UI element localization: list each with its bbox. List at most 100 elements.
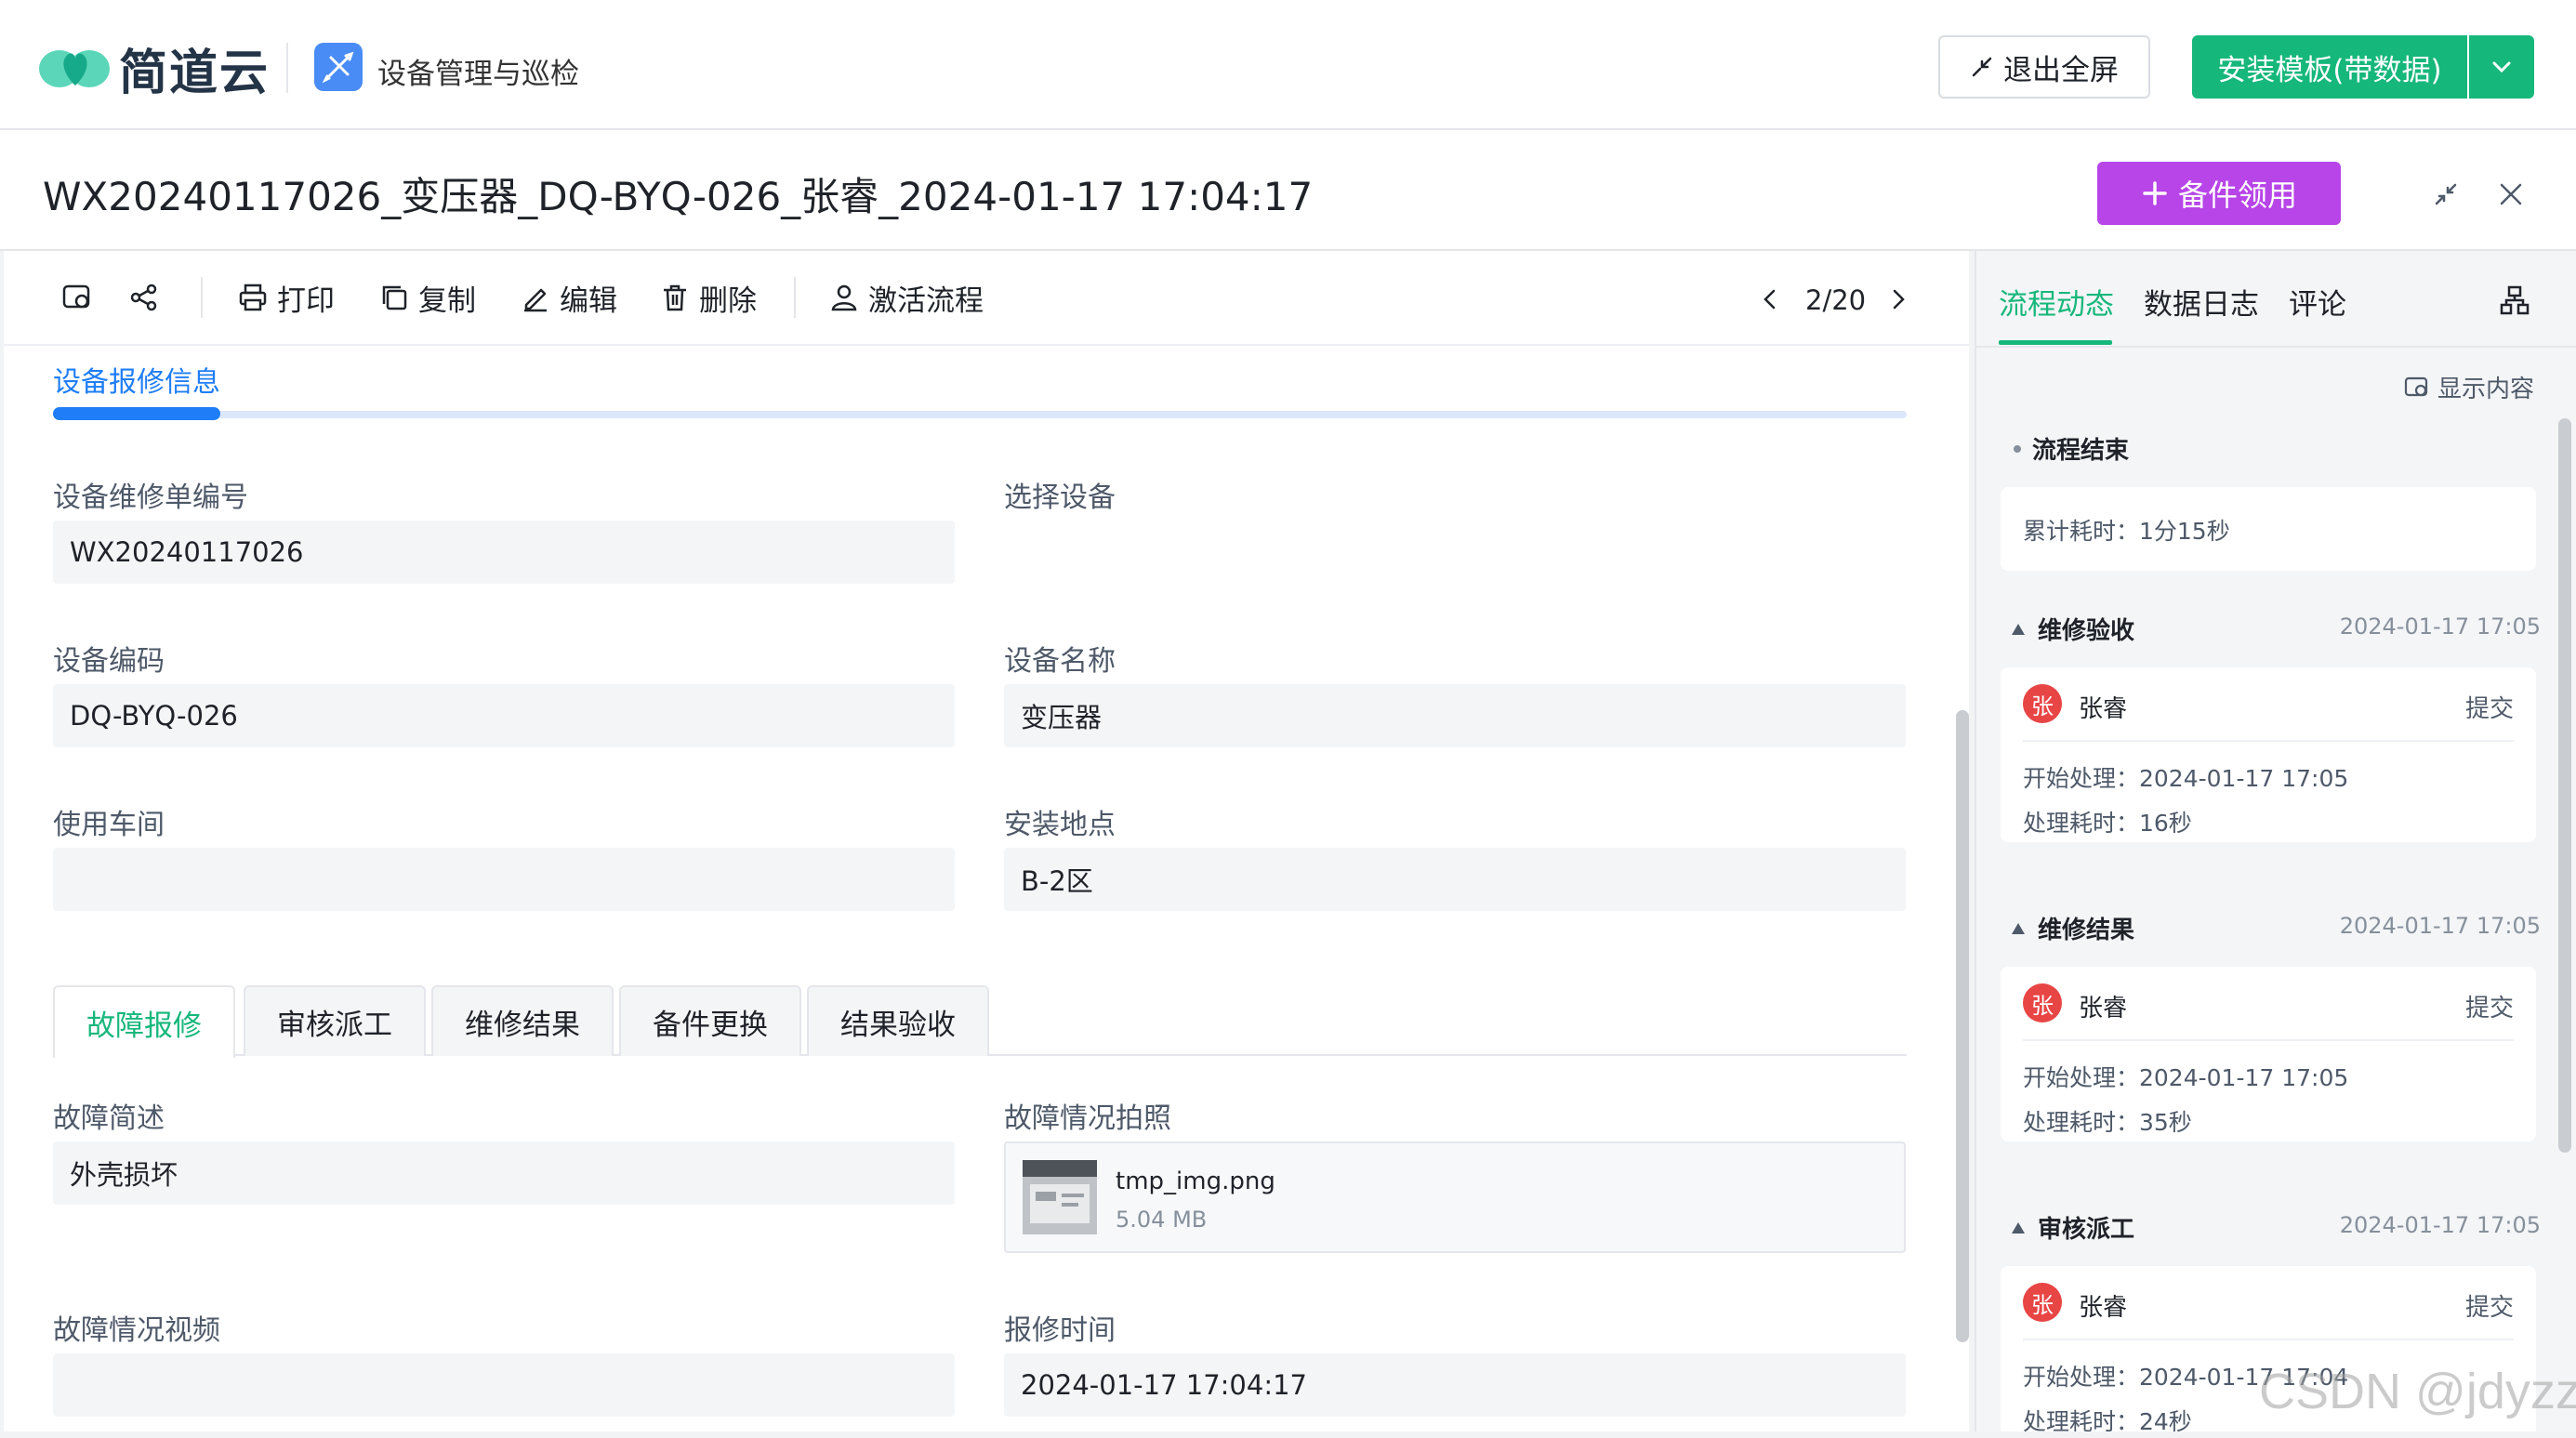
node-name: 维修验收 (2038, 617, 2135, 645)
fault-video-field (53, 1353, 955, 1417)
app-tools-icon (314, 43, 363, 91)
screen-view-icon (2404, 376, 2428, 396)
fault-video-label: 故障情况视频 (53, 1314, 220, 1347)
duration: 处理耗时：24秒 (2023, 1408, 2192, 1431)
device-code-label: 设备编码 (53, 645, 165, 678)
tab-fault-report[interactable]: 故障报修 (53, 985, 235, 1058)
close-icon[interactable] (2488, 171, 2534, 218)
tab-result-acceptance[interactable]: 结果验收 (807, 985, 989, 1056)
avatar: 张 (2023, 1283, 2062, 1322)
fault-photo-attachment[interactable]: tmp_img.png 5.04 MB (1004, 1141, 1906, 1253)
side-scrollbar[interactable] (2558, 418, 2571, 1153)
select-device-label: 选择设备 (1004, 482, 1116, 514)
install-options-button[interactable] (2469, 35, 2534, 99)
collapse-icon[interactable] (2423, 171, 2469, 218)
top-bar: 简道云 设备管理与巡检 退出全屏 安装模板(带数据) (0, 0, 2576, 130)
active-tab-underline (1999, 340, 2112, 345)
spare-parts-button[interactable]: 备件领用 (2097, 162, 2341, 225)
pencil-icon (524, 288, 547, 312)
report-time-label: 报修时间 (1004, 1314, 1116, 1347)
node-card: 张 张睿 提交 开始处理：2024-01-17 17:05 处理耗时：35秒 (2001, 967, 2536, 1141)
device-code-field: DQ-BYQ-026 (53, 684, 955, 747)
chevron-right-icon[interactable] (1885, 286, 1911, 312)
tab-spare-replacement[interactable]: 备件更换 (619, 985, 801, 1056)
caret-up-icon (2012, 623, 2025, 635)
handler-name: 张睿 (2079, 1294, 2128, 1322)
section-progress-active (53, 407, 220, 420)
caret-up-icon (2012, 1221, 2025, 1234)
delete-button[interactable]: 删除 (660, 279, 757, 318)
printer-icon (239, 284, 267, 311)
flow-end-label: 流程结束 (2032, 437, 2130, 465)
node-title[interactable]: 维修结果 (2010, 911, 2134, 945)
node-time: 2024-01-17 17:05 (2339, 1212, 2541, 1238)
record-toolbar: 打印 复制 编辑 删除 激活流程 2/20 (4, 251, 1969, 346)
fault-desc-field: 外壳损坏 (53, 1141, 955, 1205)
fault-desc-label: 故障简述 (53, 1102, 165, 1135)
node-name: 审核派工 (2038, 1216, 2135, 1244)
handler-action: 提交 (2464, 995, 2514, 1022)
exit-fullscreen-button[interactable]: 退出全屏 (1938, 35, 2150, 99)
location-label: 安装地点 (1004, 809, 1116, 841)
show-content-label: 显示内容 (2437, 376, 2535, 403)
page-title: WX20240117026_变压器_DQ-BYQ-026_张睿_2024-01-… (43, 174, 1314, 219)
handler-action: 提交 (2464, 695, 2514, 723)
bullet-dot (2014, 444, 2021, 453)
divider (2023, 740, 2514, 742)
node-time: 2024-01-17 17:05 (2339, 913, 2541, 939)
plus-icon (2143, 181, 2167, 205)
delete-label: 删除 (699, 284, 757, 318)
start-time: 开始处理：2024-01-17 17:05 (2023, 1064, 2349, 1091)
node-time: 2024-01-17 17:05 (2339, 613, 2541, 640)
avatar: 张 (2023, 983, 2062, 1022)
spare-parts-label: 备件领用 (2177, 178, 2297, 213)
toolbar-divider (794, 277, 796, 318)
copy-icon (382, 285, 407, 310)
avatar: 张 (2023, 684, 2062, 723)
install-template-label: 安装模板(带数据) (2217, 53, 2442, 87)
print-button[interactable]: 打印 (238, 279, 335, 318)
app-name[interactable]: 设备管理与巡检 (377, 50, 579, 92)
toolbar-divider (201, 277, 203, 318)
tab-flow-activity[interactable]: 流程动态 (1999, 281, 2114, 323)
report-time-field: 2024-01-17 17:04:17 (1004, 1353, 1906, 1417)
node-title[interactable]: 维修验收 (2010, 612, 2134, 646)
chevron-down-icon (2492, 61, 2511, 73)
divider (2023, 1339, 2514, 1340)
handler-name: 张睿 (2079, 995, 2128, 1022)
device-name-field: 变压器 (1004, 684, 1906, 747)
brand-name: 简道云 (119, 46, 271, 101)
print-label: 打印 (277, 284, 335, 318)
photo-thumbnail[interactable] (1023, 1160, 1097, 1234)
workshop-field (53, 848, 955, 911)
install-template-button[interactable]: 安装模板(带数据) (2192, 35, 2467, 99)
copy-button[interactable]: 复制 (379, 279, 476, 318)
tab-comments[interactable]: 评论 (2289, 281, 2346, 323)
share-icon[interactable] (128, 279, 160, 316)
section-tab-repair-info[interactable]: 设备报修信息 (53, 359, 220, 400)
activate-flow-button[interactable]: 激活流程 (829, 279, 984, 318)
duration: 处理耗时：35秒 (2023, 1109, 2192, 1136)
flow-chart-icon[interactable] (2499, 284, 2530, 316)
edit-button[interactable]: 编辑 (521, 279, 617, 318)
photo-file-size: 5.04 MB (1116, 1207, 1208, 1233)
main-scrollbar[interactable] (1956, 710, 1969, 1342)
brand-logo-icon (39, 50, 110, 87)
flow-end-title: 流程结束 (2014, 431, 2129, 466)
node-title[interactable]: 审核派工 (2010, 1210, 2134, 1245)
repair-no-label: 设备维修单编号 (53, 482, 248, 514)
user-icon (831, 284, 857, 311)
node-name: 维修结果 (2038, 917, 2135, 944)
tab-review-dispatch[interactable]: 审核派工 (244, 985, 426, 1056)
record-detail-panel: 打印 复制 编辑 删除 激活流程 2/20 设备报修信息 设备维修单编号 WX2… (4, 251, 1969, 1431)
chevron-left-icon[interactable] (1757, 286, 1783, 312)
caret-up-icon (2012, 922, 2025, 934)
repair-no-field: WX20240117026 (53, 521, 955, 584)
total-duration: 累计耗时：1分15秒 (2023, 518, 2230, 545)
photo-file-name[interactable]: tmp_img.png (1116, 1168, 1275, 1195)
show-content-toggle[interactable]: 显示内容 (2404, 370, 2534, 404)
tab-data-log[interactable]: 数据日志 (2144, 281, 2259, 323)
fault-photo-label: 故障情况拍照 (1004, 1102, 1171, 1135)
tab-repair-result[interactable]: 维修结果 (431, 985, 614, 1056)
screen-view-icon[interactable] (61, 279, 93, 316)
